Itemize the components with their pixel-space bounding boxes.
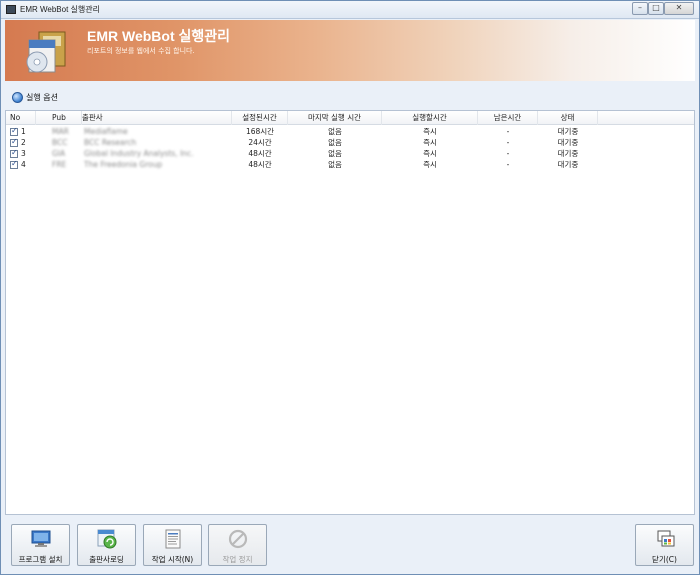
col-remaining[interactable]: 남은시간 — [478, 111, 538, 125]
minimize-icon: – — [638, 3, 642, 12]
row-checkbox[interactable] — [10, 126, 18, 136]
row-checkbox[interactable] — [10, 137, 18, 147]
cell-interval: 168시간 — [245, 127, 275, 136]
info-icon — [12, 91, 23, 103]
col-status[interactable]: 상태 — [538, 111, 598, 125]
refresh-icon — [97, 529, 116, 549]
cell-publisher: BCC Research — [84, 138, 137, 147]
cell-pub: BCC — [52, 138, 68, 147]
app-icon — [6, 5, 16, 14]
cell-run-time: 즉시 — [423, 149, 437, 158]
minimize-button[interactable]: – — [632, 2, 648, 15]
cell-interval: 24시간 — [248, 138, 272, 147]
software-box-icon — [26, 31, 66, 73]
col-last-run[interactable]: 마지막 실행 시간 — [288, 111, 382, 125]
title-bar[interactable]: EMR WebBot 실행관리 – □ ✕ — [1, 1, 699, 19]
maximize-icon: □ — [652, 3, 660, 12]
cell-publisher: The Freedonia Group — [84, 160, 163, 169]
cell-status: 대기중 — [557, 127, 579, 136]
document-icon — [165, 529, 180, 549]
run-options-button[interactable]: 실행 옵션 — [12, 90, 58, 104]
cell-last-run: 없음 — [328, 138, 342, 147]
close-label: 닫기(C) — [652, 555, 677, 564]
table-row[interactable]: 2 BCC BCC Research 24시간 없음 즉시 - 대기중 — [6, 137, 694, 148]
banner-title: EMR WebBot 실행관리 — [87, 28, 231, 44]
stop-icon — [228, 529, 247, 549]
cell-pub: MAR — [52, 127, 69, 136]
job-list[interactable]: No Pub 출판사 설정된시간 마지막 실행 시간 실행할시간 남은시간 상태… — [5, 110, 695, 515]
table-row[interactable]: 4 FRE The Freedonia Group 48시간 없음 즉시 - 대… — [6, 159, 694, 170]
col-no[interactable]: No — [10, 111, 36, 125]
main-window: EMR WebBot 실행관리 – □ ✕ EMR WebBot 실행관리 리포… — [0, 0, 700, 575]
cell-no: 1 — [21, 127, 26, 136]
cell-publisher: Mediaflame — [84, 127, 128, 136]
cell-remaining: - — [506, 127, 510, 136]
load-publishers-label: 출판사로딩 — [89, 555, 124, 564]
bottom-button-bar: 프로그램 설치 출판사로딩 작업 시작(N) 작업 정지 닫기(C) — [5, 517, 695, 572]
window-title: EMR WebBot 실행관리 — [20, 5, 100, 14]
load-publishers-button[interactable]: 출판사로딩 — [77, 524, 136, 566]
header-banner: EMR WebBot 실행관리 리포트의 정보를 웹에서 수집 합니다. — [5, 20, 695, 81]
stop-job-button[interactable]: 작업 정지 — [208, 524, 267, 566]
col-run-time[interactable]: 실행할시간 — [382, 111, 478, 125]
cell-run-time: 즉시 — [423, 160, 437, 169]
close-button[interactable]: 닫기(C) — [635, 524, 694, 566]
maximize-button[interactable]: □ — [648, 2, 664, 15]
cell-status: 대기중 — [557, 160, 579, 169]
cell-pub: GIA — [52, 149, 66, 158]
table-row[interactable]: 3 GIA Global Industry Analysts, Inc. 48시… — [6, 148, 694, 159]
run-options-label: 실행 옵션 — [26, 92, 58, 102]
close-window-button[interactable]: ✕ — [664, 2, 694, 15]
stop-job-label: 작업 정지 — [222, 555, 253, 564]
start-job-button[interactable]: 작업 시작(N) — [143, 524, 202, 566]
cell-status: 대기중 — [557, 138, 579, 147]
row-checkbox[interactable] — [10, 159, 18, 169]
cell-status: 대기중 — [557, 149, 579, 158]
cell-remaining: - — [506, 138, 510, 147]
banner-subtitle: 리포트의 정보를 웹에서 수집 합니다. — [87, 47, 195, 55]
close-icon: ✕ — [675, 3, 683, 12]
monitor-icon — [31, 530, 50, 547]
list-header: No Pub 출판사 설정된시간 마지막 실행 시간 실행할시간 남은시간 상태 — [6, 111, 694, 125]
cell-interval: 48시간 — [248, 149, 272, 158]
table-row[interactable]: 1 MAR Mediaflame 168시간 없음 즉시 - 대기중 — [6, 126, 694, 137]
cell-last-run: 없음 — [328, 160, 342, 169]
cell-remaining: - — [506, 149, 510, 158]
cell-no: 3 — [21, 149, 26, 158]
cell-publisher: Global Industry Analysts, Inc. — [84, 149, 194, 158]
row-checkbox[interactable] — [10, 148, 18, 158]
toolbar: 실행 옵션 — [5, 87, 695, 107]
cell-last-run: 없음 — [328, 149, 342, 158]
start-job-label: 작업 시작(N) — [151, 555, 194, 564]
install-program-button[interactable]: 프로그램 설치 — [11, 524, 70, 566]
col-pub[interactable]: Pub — [52, 111, 82, 125]
cell-last-run: 없음 — [328, 127, 342, 136]
windows-icon — [657, 530, 674, 547]
install-program-label: 프로그램 설치 — [18, 555, 63, 564]
cell-no: 2 — [21, 138, 26, 147]
cell-remaining: - — [506, 160, 510, 169]
col-publisher[interactable]: 출판사 — [82, 111, 232, 125]
cell-no: 4 — [21, 160, 26, 169]
cell-pub: FRE — [52, 160, 67, 169]
cell-run-time: 즉시 — [423, 127, 437, 136]
cell-run-time: 즉시 — [423, 138, 437, 147]
cell-interval: 48시간 — [248, 160, 272, 169]
col-interval[interactable]: 설정된시간 — [232, 111, 288, 125]
